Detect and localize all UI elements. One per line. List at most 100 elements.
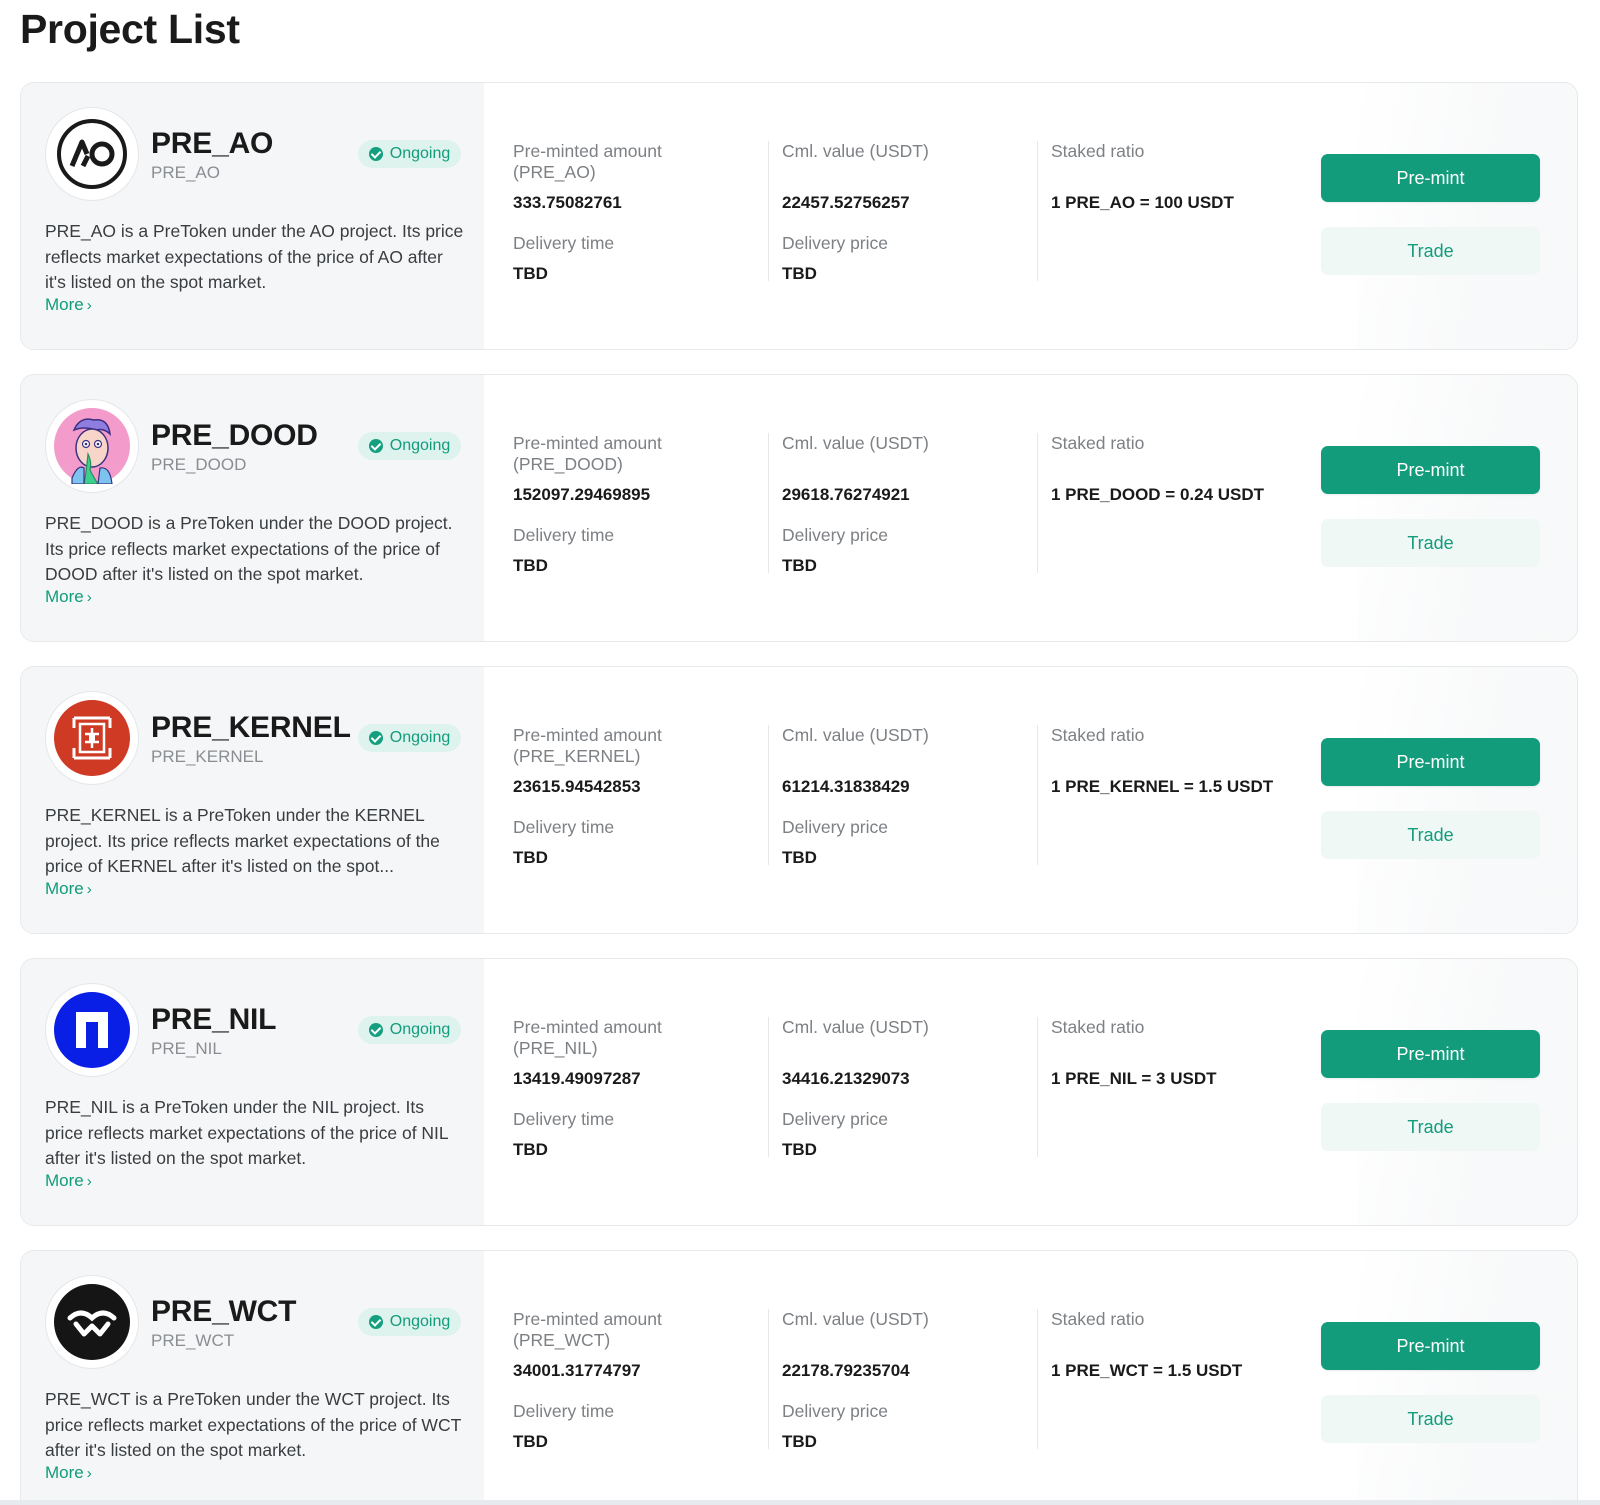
card-watermark <box>1357 375 1577 641</box>
check-icon <box>368 147 383 161</box>
staked-ratio-value: 1 PRE_DOOD = 0.24 USDT <box>1051 485 1265 504</box>
project-card: PRE_DOOD PRE_DOOD Ongoing PRE_DOOD is a … <box>20 374 1578 642</box>
more-link[interactable]: More › <box>45 1171 92 1191</box>
check-icon <box>368 1023 383 1037</box>
card-watermark <box>1357 1251 1577 1505</box>
trade-button[interactable]: Trade <box>1321 1103 1540 1151</box>
premint-button[interactable]: Pre-mint <box>1321 154 1540 202</box>
cml-value: 29618.76274921 <box>782 485 910 504</box>
column-divider <box>1037 725 1038 865</box>
premint-amount-value: 23615.94542853 <box>513 777 641 796</box>
status-label: Ongoing <box>389 437 451 454</box>
premint-amount-value: 333.75082761 <box>513 193 622 212</box>
column-divider <box>768 433 769 573</box>
project-symbol: PRE_WCT <box>151 1331 235 1350</box>
nil-logo-icon <box>45 983 139 1077</box>
project-description: PRE_WCT is a PreToken under the WCT proj… <box>45 1389 461 1460</box>
chevron-right-icon: › <box>86 296 92 314</box>
staked-ratio-value: 1 PRE_AO = 100 USDT <box>1051 193 1234 212</box>
project-card: PRE_NIL PRE_NIL Ongoing PRE_NIL is a Pre… <box>20 958 1578 1226</box>
delivery-price-label: Delivery price <box>782 1401 888 1421</box>
delivery-price-value: TBD <box>782 1140 817 1159</box>
delivery-time-value: TBD <box>513 1432 548 1451</box>
staked-ratio-label: Staked ratio <box>1051 141 1145 161</box>
delivery-time-value: TBD <box>513 556 548 575</box>
premint-amount-label: Pre-minted amount (PRE_NIL) <box>513 1017 662 1058</box>
status-badge: Ongoing <box>358 724 461 752</box>
cml-value-label: Cml. value (USDT) <box>782 433 929 453</box>
project-symbol: PRE_NIL <box>151 1039 222 1058</box>
column-divider <box>768 141 769 281</box>
staked-ratio-label: Staked ratio <box>1051 725 1145 745</box>
project-card: PRE_WCT PRE_WCT Ongoing PRE_WCT is a Pre… <box>20 1250 1578 1505</box>
more-label: More <box>45 1463 84 1482</box>
project-card: PRE_KERNEL PRE_KERNEL Ongoing PRE_KERNEL… <box>20 666 1578 934</box>
delivery-price-value: TBD <box>782 556 817 575</box>
premint-amount-label: Pre-minted amount (PRE_AO) <box>513 141 662 182</box>
project-name: PRE_AO <box>151 127 274 160</box>
delivery-price-label: Delivery price <box>782 233 888 253</box>
more-label: More <box>45 295 84 314</box>
premint-button[interactable]: Pre-mint <box>1321 446 1540 494</box>
trade-button[interactable]: Trade <box>1321 227 1540 275</box>
page-title: Project List <box>20 6 240 52</box>
delivery-price-label: Delivery price <box>782 525 888 545</box>
staked-ratio-value: 1 PRE_NIL = 3 USDT <box>1051 1069 1217 1088</box>
card-watermark <box>1357 959 1577 1225</box>
wct-logo-icon <box>45 1275 139 1369</box>
more-link[interactable]: More › <box>45 879 92 899</box>
status-label: Ongoing <box>389 729 451 746</box>
cml-value-label: Cml. value (USDT) <box>782 725 929 745</box>
more-label: More <box>45 879 84 898</box>
column-divider <box>768 1309 769 1449</box>
status-badge: Ongoing <box>358 432 461 460</box>
check-icon <box>368 439 383 453</box>
project-description: PRE_AO is a PreToken under the AO projec… <box>45 221 464 292</box>
cml-value-label: Cml. value (USDT) <box>782 1309 929 1329</box>
delivery-time-value: TBD <box>513 848 548 867</box>
card-watermark <box>1357 83 1577 349</box>
project-symbol: PRE_KERNEL <box>151 747 264 766</box>
premint-amount-value: 13419.49097287 <box>513 1069 641 1088</box>
column-divider <box>1037 1017 1038 1157</box>
project-description: PRE_NIL is a PreToken under the NIL proj… <box>45 1097 449 1168</box>
column-divider <box>768 1017 769 1157</box>
status-badge: Ongoing <box>358 140 461 168</box>
staked-ratio-value: 1 PRE_WCT = 1.5 USDT <box>1051 1361 1243 1380</box>
more-link[interactable]: More › <box>45 1463 92 1483</box>
chevron-right-icon: › <box>86 588 92 606</box>
trade-button[interactable]: Trade <box>1321 811 1540 859</box>
premint-amount-value: 152097.29469895 <box>513 485 651 504</box>
page-bottom-edge <box>0 1500 1600 1505</box>
premint-amount-label: Pre-minted amount (PRE_KERNEL) <box>513 725 662 766</box>
more-link[interactable]: More › <box>45 295 92 315</box>
project-symbol: PRE_DOOD <box>151 455 247 474</box>
status-label: Ongoing <box>389 145 451 162</box>
staked-ratio-label: Staked ratio <box>1051 1017 1145 1037</box>
status-label: Ongoing <box>389 1021 451 1038</box>
cml-value: 61214.31838429 <box>782 777 910 796</box>
delivery-price-label: Delivery price <box>782 1109 888 1129</box>
premint-button[interactable]: Pre-mint <box>1321 738 1540 786</box>
ao-logo-icon <box>45 107 139 201</box>
delivery-time-label: Delivery time <box>513 1109 615 1129</box>
cml-value: 22178.79235704 <box>782 1361 910 1380</box>
cml-value-label: Cml. value (USDT) <box>782 1017 929 1037</box>
delivery-time-label: Delivery time <box>513 233 615 253</box>
more-link[interactable]: More › <box>45 587 92 607</box>
premint-button[interactable]: Pre-mint <box>1321 1322 1540 1370</box>
staked-ratio-value: 1 PRE_KERNEL = 1.5 USDT <box>1051 777 1274 796</box>
project-name: PRE_NIL <box>151 1003 277 1036</box>
column-divider <box>1037 433 1038 573</box>
kernel-logo-icon <box>45 691 139 785</box>
project-symbol: PRE_AO <box>151 163 220 182</box>
cml-value: 34416.21329073 <box>782 1069 910 1088</box>
status-badge: Ongoing <box>358 1308 461 1336</box>
column-divider <box>768 725 769 865</box>
more-label: More <box>45 1171 84 1190</box>
cml-value: 22457.52756257 <box>782 193 910 212</box>
premint-button[interactable]: Pre-mint <box>1321 1030 1540 1078</box>
delivery-price-value: TBD <box>782 264 817 283</box>
trade-button[interactable]: Trade <box>1321 1395 1540 1443</box>
trade-button[interactable]: Trade <box>1321 519 1540 567</box>
